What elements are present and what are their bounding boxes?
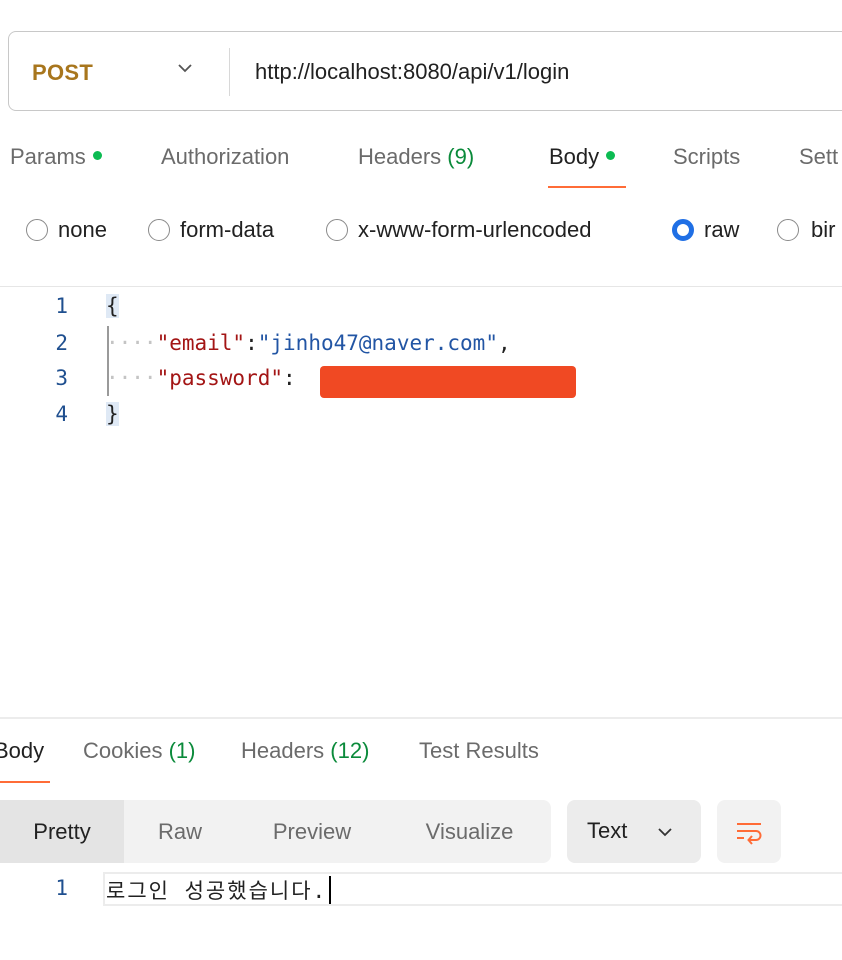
url-divider — [229, 48, 230, 96]
tab-headers[interactable]: Headers (9) — [358, 144, 474, 170]
text-cursor — [329, 876, 332, 904]
radio-binary[interactable] — [777, 219, 799, 241]
url-bar: POST http://localhost:8080/api/v1/login — [8, 31, 842, 111]
response-body-viewer[interactable]: 1 로그인 성공했습니다. — [0, 872, 842, 908]
radio-urlencoded-label[interactable]: x-www-form-urlencoded — [358, 217, 592, 243]
tab-response-headers-count: (12) — [330, 738, 370, 763]
active-tab-underline — [0, 781, 50, 783]
tab-scripts[interactable]: Scripts — [673, 144, 740, 170]
tab-response-headers-label: Headers — [241, 738, 325, 763]
tab-authorization[interactable]: Authorization — [161, 144, 289, 170]
tab-cookies[interactable]: Cookies (1) — [83, 738, 196, 764]
redacted-password-block — [320, 366, 576, 398]
chevron-down-icon — [658, 828, 672, 837]
code-line-3: ····"password": — [106, 366, 296, 390]
format-preview-button[interactable]: Preview — [236, 800, 388, 863]
format-raw-button[interactable]: Raw — [124, 800, 236, 863]
divider — [0, 286, 842, 287]
tab-body[interactable]: Body — [549, 144, 616, 170]
radio-none[interactable] — [26, 219, 48, 241]
close-brace: } — [106, 402, 119, 426]
line-number: 1 — [55, 294, 68, 318]
wrap-lines-icon — [737, 823, 762, 845]
tab-response-body[interactable]: Body — [0, 738, 44, 764]
radio-raw[interactable] — [672, 219, 694, 241]
status-dot — [606, 151, 616, 160]
open-brace: { — [106, 294, 119, 318]
code-line-4: } — [106, 402, 119, 426]
email-value: "jinho47@naver.com" — [257, 331, 498, 355]
tab-body-label: Body — [549, 144, 600, 169]
tab-params[interactable]: Params — [10, 144, 102, 170]
password-key: "password" — [156, 366, 284, 390]
response-text: 로그인 성공했습니다. — [106, 879, 328, 903]
email-key: "email" — [156, 331, 246, 355]
tab-response-headers[interactable]: Headers (12) — [241, 738, 369, 764]
colon: : — [283, 366, 296, 390]
format-toggle-group: Pretty Raw Preview Visualize — [0, 800, 551, 863]
format-visualize-button[interactable]: Visualize — [388, 800, 551, 863]
response-tabs: Body Cookies (1) Headers (12) Test Resul… — [0, 735, 842, 785]
response-text-line: 로그인 성공했습니다. — [106, 875, 332, 905]
whitespace-marker: ···· — [106, 366, 157, 390]
active-tab-underline — [548, 186, 626, 188]
response-type-label: Text — [587, 818, 628, 843]
indent-guide — [107, 326, 109, 396]
line-number: 1 — [55, 876, 68, 900]
whitespace-marker: ···· — [106, 331, 157, 355]
status-dot — [92, 151, 102, 160]
chevron-down-icon[interactable] — [175, 58, 195, 78]
format-pretty-button[interactable]: Pretty — [0, 800, 124, 863]
radio-none-label[interactable]: none — [58, 217, 107, 243]
radio-urlencoded[interactable] — [326, 219, 348, 241]
line-number: 3 — [55, 366, 68, 390]
request-tabs: Params Authorization Headers (9) Body Sc… — [0, 140, 842, 200]
wrap-lines-button[interactable] — [717, 800, 781, 863]
code-line-1: { — [106, 294, 119, 318]
colon: : — [245, 331, 258, 355]
url-input[interactable]: http://localhost:8080/api/v1/login — [255, 59, 569, 85]
tab-cookies-count: (1) — [168, 738, 196, 763]
tab-headers-count: (9) — [447, 144, 475, 169]
method-selector[interactable]: POST — [32, 60, 93, 86]
radio-raw-label[interactable]: raw — [704, 217, 739, 243]
radio-form-data-label[interactable]: form-data — [180, 217, 274, 243]
code-line-2: ····"email":"jinho47@naver.com", — [106, 331, 511, 355]
line-number: 4 — [55, 402, 68, 426]
tab-cookies-label: Cookies — [83, 738, 163, 763]
radio-binary-label[interactable]: bir — [811, 217, 835, 243]
tab-headers-label: Headers — [358, 144, 442, 169]
line-number: 2 — [55, 331, 68, 355]
tab-settings[interactable]: Sett — [799, 144, 838, 170]
divider — [0, 717, 842, 719]
postman-request-view: POST http://localhost:8080/api/v1/login … — [0, 0, 842, 960]
tab-test-results[interactable]: Test Results — [419, 738, 539, 764]
body-type-options: none form-data x-www-form-urlencoded raw… — [0, 210, 842, 254]
tab-params-label: Params — [10, 144, 86, 169]
comma: , — [497, 331, 511, 355]
response-type-select[interactable]: Text — [567, 800, 701, 863]
radio-form-data[interactable] — [148, 219, 170, 241]
